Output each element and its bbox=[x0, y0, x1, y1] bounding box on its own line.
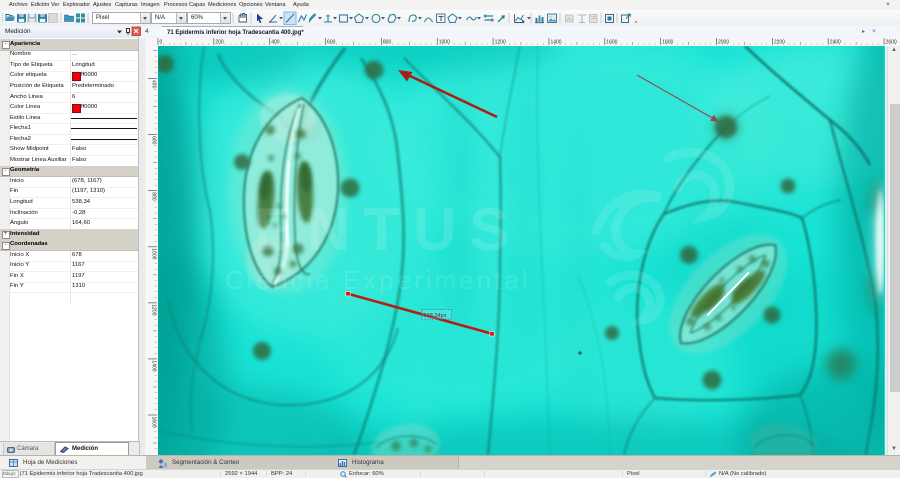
svg-text:2400: 2400 bbox=[830, 40, 841, 46]
svg-text:1000: 1000 bbox=[439, 40, 450, 46]
svg-text:1000: 1000 bbox=[151, 248, 157, 259]
svg-text:538,34px: 538,34px bbox=[424, 313, 447, 319]
svg-text:800: 800 bbox=[151, 192, 157, 201]
svg-text:200: 200 bbox=[215, 40, 224, 46]
svg-text:600: 600 bbox=[327, 40, 336, 46]
svg-text:ENTUS: ENTUS bbox=[254, 196, 522, 263]
svg-text:2000: 2000 bbox=[718, 40, 729, 46]
svg-text:1600: 1600 bbox=[606, 40, 617, 46]
svg-text:1400: 1400 bbox=[550, 40, 561, 46]
svg-text:600: 600 bbox=[151, 136, 157, 145]
svg-text:1800: 1800 bbox=[662, 40, 673, 46]
svg-text:400: 400 bbox=[151, 80, 157, 89]
svg-text:400: 400 bbox=[271, 40, 280, 46]
svg-text:1600: 1600 bbox=[151, 417, 157, 428]
svg-text:2200: 2200 bbox=[774, 40, 785, 46]
svg-text:1200: 1200 bbox=[495, 40, 506, 46]
svg-text:1200: 1200 bbox=[151, 304, 157, 315]
svg-text:800: 800 bbox=[383, 40, 392, 46]
svg-text:Ciencia Experimental: Ciencia Experimental bbox=[225, 265, 531, 295]
svg-text:1400: 1400 bbox=[151, 360, 157, 371]
svg-text:0: 0 bbox=[160, 40, 163, 46]
svg-text:2600: 2600 bbox=[886, 40, 897, 46]
